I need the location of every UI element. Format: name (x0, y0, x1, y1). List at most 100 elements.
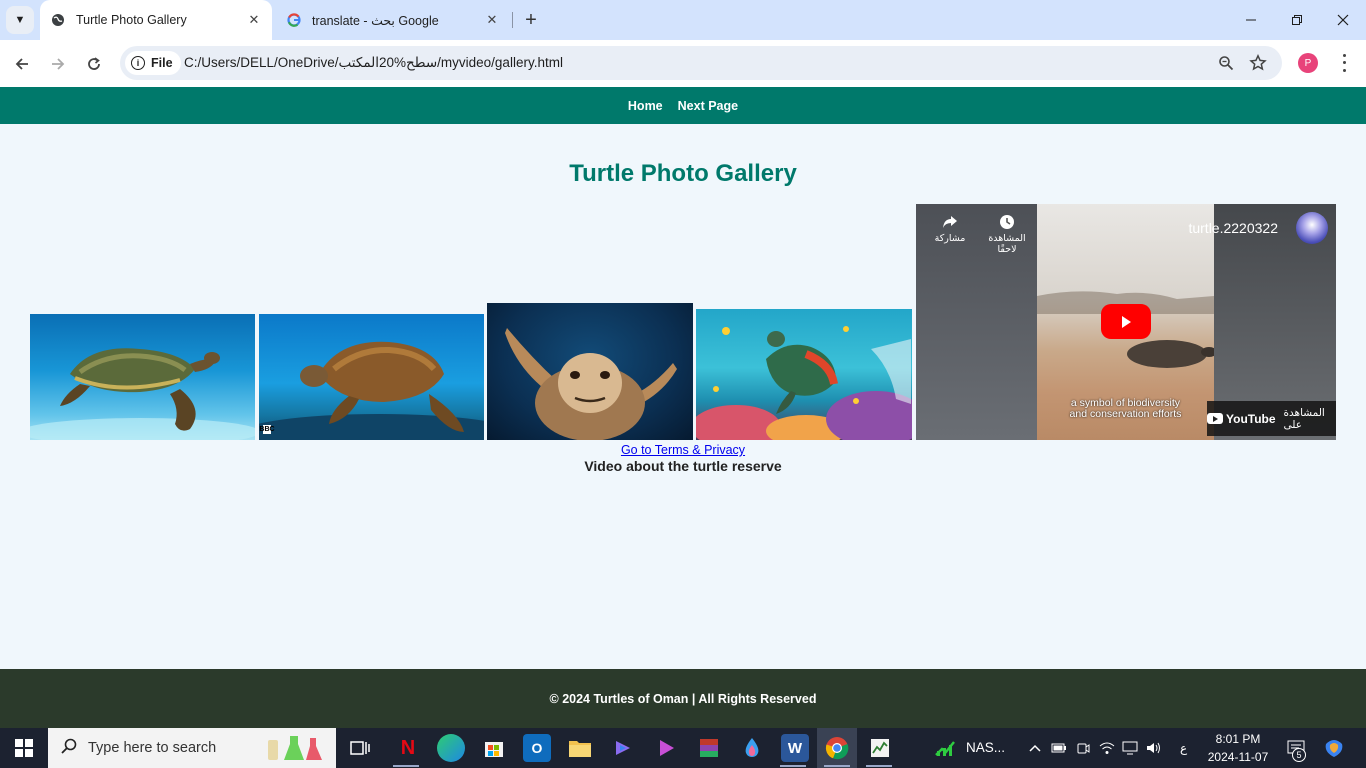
minimize-button[interactable] (1228, 0, 1274, 40)
clock-date[interactable]: 2024-11-07 (1206, 750, 1270, 764)
restore-icon (1292, 15, 1302, 25)
site-footer: © 2024 Turtles of Oman | All Rights Rese… (0, 669, 1366, 728)
tab-google-translate[interactable]: translate - بحث Google ✕ (276, 0, 510, 40)
meet-now-icon[interactable] (1075, 740, 1091, 756)
address-bar[interactable]: i File C:/Users/DELL/OneDrive/سطح%20المك… (120, 46, 1282, 80)
video-watch-later-button[interactable]: المشاهدة لاحقًا (978, 214, 1036, 255)
terms-privacy-container: Go to Terms & Privacy (0, 443, 1366, 457)
outlook-icon[interactable]: O (523, 734, 551, 762)
paint-drop-icon[interactable] (738, 734, 766, 762)
word-running-indicator (780, 765, 806, 767)
tab-separator (512, 12, 513, 28)
url-text[interactable]: C:/Users/DELL/OneDrive/سطح%20المكتب/myvi… (184, 55, 563, 71)
channel-avatar[interactable] (1296, 212, 1328, 244)
notification-badge: 5 (1292, 748, 1306, 762)
winrar-icon[interactable] (695, 734, 723, 762)
turtle-photo-1 (30, 314, 255, 440)
wifi-icon[interactable] (1099, 740, 1115, 756)
search-placeholder: Type here to search (88, 740, 217, 756)
watch-on-youtube-button[interactable]: YouTube المشاهدة على (1207, 401, 1336, 436)
youtube-logo: YouTube (1207, 412, 1276, 426)
windows-logo-icon (15, 739, 33, 757)
back-button[interactable] (8, 50, 36, 78)
reload-icon (88, 57, 100, 70)
footer-copyright: © 2024 Turtles of Oman | All Rights Rese… (549, 691, 817, 706)
start-button[interactable] (0, 728, 48, 768)
file-explorer-icon[interactable] (566, 734, 594, 762)
turtle-photo-2: BBC (259, 314, 484, 440)
play-button[interactable] (1101, 304, 1151, 339)
tab-title: translate - بحث Google (312, 13, 439, 28)
turtle-photo-3 (487, 303, 693, 440)
play-icon (1122, 315, 1131, 328)
tab-search-button[interactable]: ▼ (6, 6, 34, 34)
taskmgr-running-indicator (866, 765, 892, 767)
nav-link-home[interactable]: Home (628, 99, 663, 113)
tab-turtle-gallery[interactable]: Turtle Photo Gallery ✕ (40, 0, 272, 40)
close-tab-icon[interactable]: ✕ (246, 12, 262, 28)
task-view-icon[interactable] (346, 734, 374, 762)
chevron-down-icon: ▼ (14, 14, 26, 26)
new-tab-button[interactable]: + (520, 8, 542, 32)
restore-button[interactable] (1274, 0, 1320, 40)
word-icon[interactable]: W (781, 734, 809, 762)
site-info-chip[interactable]: i File (125, 51, 181, 75)
volume-icon[interactable] (1146, 740, 1162, 756)
close-icon (1337, 14, 1349, 26)
info-icon: i (131, 56, 145, 70)
youtube-embed[interactable]: مشاركة المشاهدة لاحقًا turtle.2220322 a … (916, 204, 1336, 440)
browser-tab-bar: ▼ Turtle Photo Gallery ✕ translate - بحث… (0, 0, 1366, 40)
google-icon (286, 12, 302, 28)
bookmark-star-icon[interactable] (1248, 53, 1268, 73)
microsoft-store-icon[interactable] (480, 734, 508, 762)
clock-time[interactable]: 8:01 PM (1214, 732, 1262, 746)
battery-icon[interactable] (1051, 740, 1067, 756)
page-title: Turtle Photo Gallery (569, 160, 797, 187)
profile-avatar[interactable]: P (1298, 53, 1318, 73)
windows-taskbar: Type here to search N O W NAS... ع 8:01 … (0, 728, 1366, 768)
nav-link-next-page[interactable]: Next Page (678, 99, 738, 113)
clock-icon (1000, 215, 1014, 229)
scheme-label: File (151, 56, 173, 70)
arrow-right-icon (52, 58, 65, 70)
browser-toolbar: i File C:/Users/DELL/OneDrive/سطح%20المك… (0, 40, 1366, 87)
video-caption-overlay: a symbol of biodiversity and conservatio… (1069, 397, 1182, 420)
stock-chart-icon[interactable] (932, 734, 960, 762)
close-tab-icon[interactable]: ✕ (484, 12, 500, 28)
globe-icon (50, 12, 66, 28)
chrome-running-indicator (824, 765, 850, 767)
zoom-icon[interactable] (1216, 53, 1236, 73)
search-icon (60, 737, 78, 760)
copilot-preview-icon[interactable] (1320, 734, 1348, 762)
minimize-icon (1246, 19, 1256, 21)
browser-menu-icon[interactable] (1334, 52, 1354, 74)
stock-widget-label[interactable]: NAS... (966, 740, 1005, 755)
science-flasks-icon (268, 736, 322, 760)
arrow-left-icon (15, 58, 28, 70)
tab-title: Turtle Photo Gallery (76, 13, 187, 27)
bbc-watermark: BBC (259, 425, 275, 434)
forward-button[interactable] (44, 50, 72, 78)
site-navigation: Home Next Page (0, 87, 1366, 124)
netflix-running-indicator (393, 765, 419, 767)
plus-icon: + (525, 8, 537, 31)
copilot-icon[interactable] (609, 734, 637, 762)
terms-privacy-link[interactable]: Go to Terms & Privacy (621, 443, 745, 457)
chevron-up-icon[interactable] (1027, 740, 1043, 756)
turtle-photo-4 (696, 309, 912, 440)
edge-icon[interactable] (437, 734, 465, 762)
taskbar-search-box[interactable]: Type here to search (48, 728, 336, 768)
chrome-icon[interactable] (823, 734, 851, 762)
task-manager-icon[interactable] (866, 734, 894, 762)
share-icon (943, 216, 957, 228)
clipchamp-icon[interactable] (652, 734, 680, 762)
close-window-button[interactable] (1320, 0, 1366, 40)
youtube-play-icon (1213, 415, 1218, 422)
reload-button[interactable] (80, 50, 108, 78)
input-language[interactable]: ع (1180, 741, 1187, 755)
display-icon[interactable] (1122, 740, 1138, 756)
video-channel-name[interactable]: turtle.2220322 (1188, 220, 1278, 236)
netflix-icon[interactable]: N (394, 734, 422, 762)
video-share-button[interactable]: مشاركة (928, 214, 972, 244)
video-caption: Video about the turtle reserve (584, 458, 782, 474)
